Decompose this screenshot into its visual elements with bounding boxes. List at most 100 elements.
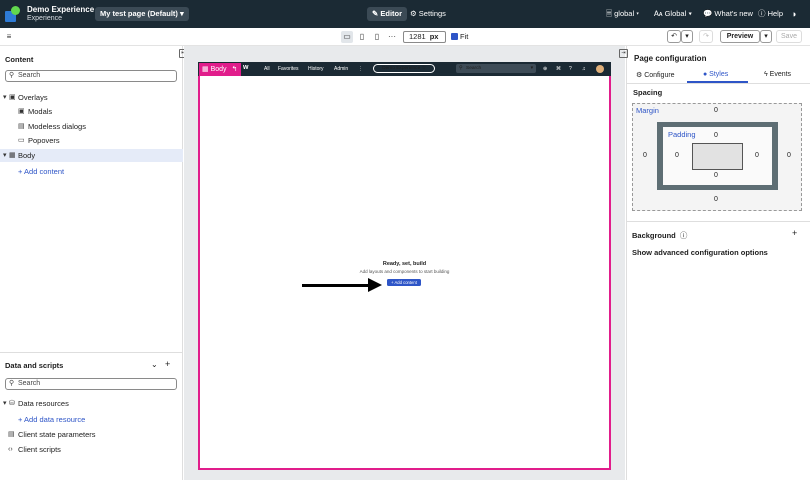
dialog-icon: ▤ <box>18 123 25 130</box>
margin-bottom-value[interactable]: 0 <box>714 196 718 203</box>
tablet-view-icon[interactable]: ▯ <box>356 31 368 43</box>
globe-icon[interactable]: ⊕ <box>543 66 547 72</box>
collapse-right-panel-icon[interactable]: ⇥ <box>619 49 628 58</box>
nav-item-more[interactable]: ⋮ <box>358 66 363 72</box>
select-parent-icon[interactable]: ↰ <box>228 63 241 76</box>
site-logo: w <box>243 64 249 71</box>
site-search-input[interactable]: ⚲ Search ▾ <box>456 64 536 73</box>
tab-events[interactable]: ϟ Events <box>764 71 791 78</box>
nav-item-admin[interactable]: Admin <box>334 66 348 72</box>
margin-left-value[interactable]: 0 <box>643 152 647 159</box>
tree-item-modals[interactable]: ▣ Modals <box>0 105 183 118</box>
tree-label-popovers: Popovers <box>28 136 60 145</box>
nav-item-history[interactable]: History <box>308 66 324 72</box>
tab-configure[interactable]: ⚙ Configure <box>636 71 675 79</box>
tree-item-data-resources[interactable]: ▾ ⛁ Data resources <box>0 397 183 410</box>
tree-label-body: Body <box>18 151 36 160</box>
tab-editor[interactable]: ✎ Editor <box>367 7 408 21</box>
info-icon[interactable]: ⓘ <box>680 231 688 240</box>
body-tag-label: Body <box>210 66 227 73</box>
menu-icon[interactable]: ≡ <box>3 31 15 43</box>
tree-item-overlays[interactable]: ▾ ▣ Overlays <box>0 91 183 104</box>
search-icon: ⚲ <box>9 380 15 387</box>
preview-options-button[interactable]: ▾ <box>760 30 772 43</box>
overlay-icon: ▣ <box>9 94 16 101</box>
chevron-down-icon[interactable]: ▾ <box>3 91 7 104</box>
site-search-placeholder: Search <box>466 66 482 71</box>
redo-button[interactable]: ↷ <box>699 30 713 43</box>
whats-new-button[interactable]: 💬 What's new <box>703 7 753 21</box>
padding-label: Padding <box>668 130 696 139</box>
chevron-down-icon[interactable]: ▾ <box>3 149 7 162</box>
parameters-icon: ▤ <box>8 431 15 438</box>
checkbox-icon <box>451 33 458 40</box>
tree-item-client-state-parameters[interactable]: ▤ Client state parameters <box>0 428 183 441</box>
notification-icon[interactable]: ♫ <box>582 66 586 72</box>
background-section-title[interactable]: Background ⓘ <box>632 230 687 241</box>
margin-top-value[interactable]: 0 <box>714 107 718 114</box>
padding-right-value[interactable]: 0 <box>755 152 759 159</box>
advanced-options-toggle[interactable]: Show advanced configuration options <box>632 248 768 257</box>
content-search-input[interactable]: ⚲ Search <box>5 70 177 82</box>
help-icon[interactable]: ? <box>569 66 572 72</box>
margin-label: Margin <box>636 106 659 115</box>
add-data-icon[interactable]: + <box>165 359 170 369</box>
canvas-width-value: 1281 <box>409 32 426 41</box>
mobile-view-icon[interactable]: ▯ <box>371 31 383 43</box>
padding-bottom-value[interactable]: 0 <box>714 172 718 179</box>
add-data-resource-label: + Add data resource <box>18 415 86 424</box>
search-icon: ⚲ <box>459 66 463 71</box>
experience-pill[interactable]: Demo Experience ☆ <box>373 64 435 73</box>
avatar[interactable] <box>596 65 604 73</box>
tab-styles[interactable]: ● Styles <box>703 71 728 78</box>
tab-separator <box>626 83 810 84</box>
tree-item-modeless-dialogs[interactable]: ▤ Modeless dialogs <box>0 120 183 133</box>
theme-toggle-icon[interactable]: ◑ <box>791 7 796 21</box>
body-selection-tag[interactable]: ▦ Body <box>199 63 230 76</box>
more-options-icon[interactable]: ··· <box>386 31 398 43</box>
add-data-resource-link[interactable]: + Add data resource <box>0 413 183 426</box>
chat-icon[interactable]: ⌘ <box>556 66 561 72</box>
page-select-dropdown[interactable]: My test page (Default) ▾ <box>95 7 189 21</box>
undo-button[interactable]: ↶ <box>667 30 681 43</box>
nav-item-favorites[interactable]: Favorites <box>278 66 299 72</box>
undo-history-button[interactable]: ▾ <box>681 30 693 43</box>
add-content-label: + Add content <box>18 167 65 176</box>
padding-top-value[interactable]: 0 <box>714 132 718 139</box>
tree-item-popovers[interactable]: ▭ Popovers <box>0 134 183 147</box>
preview-button[interactable]: Preview <box>720 30 760 43</box>
scope-dropdown[interactable]: 🗏 global ▾ <box>606 7 639 21</box>
chevron-down-icon[interactable]: ▾ <box>531 64 533 73</box>
save-button[interactable]: Save <box>776 30 802 43</box>
popover-icon: ▭ <box>18 137 25 144</box>
tree-item-client-scripts[interactable]: ‹› Client scripts <box>0 443 183 456</box>
tree-label-modeless-dialogs: Modeless dialogs <box>28 122 86 131</box>
chevron-down-icon[interactable]: ⌄ <box>151 360 158 369</box>
fit-checkbox[interactable]: Fit <box>451 32 468 42</box>
add-content-link[interactable]: + Add content <box>0 165 183 178</box>
content-search-placeholder: Search <box>18 72 41 79</box>
desktop-view-icon[interactable]: ▭ <box>341 31 353 43</box>
app-subtitle: Experience <box>27 15 63 22</box>
data-search-input[interactable]: ⚲ Search <box>5 378 177 390</box>
padding-left-value[interactable]: 0 <box>675 152 679 159</box>
background-label: Background <box>632 231 676 240</box>
tab-settings[interactable]: ⚙ Settings <box>410 7 446 21</box>
add-background-icon[interactable]: + <box>792 228 797 238</box>
empty-state-title: Ready, set, build <box>382 261 427 267</box>
canvas-width-input[interactable]: 1281 px <box>403 31 446 43</box>
nav-item-all[interactable]: All <box>264 66 270 72</box>
tree-label-client-state-parameters: Client state parameters <box>18 430 96 439</box>
tree-label-modals: Modals <box>28 107 53 116</box>
chevron-down-icon[interactable]: ▾ <box>3 397 7 410</box>
canvas-add-content-button[interactable]: + Add content <box>387 279 421 286</box>
data-search-placeholder: Search <box>18 380 41 387</box>
pointer-arrow-line <box>302 284 374 287</box>
modal-icon: ▣ <box>18 108 25 115</box>
tree-item-body[interactable]: ▾ ▦ Body <box>0 149 183 162</box>
margin-right-value[interactable]: 0 <box>787 152 791 159</box>
language-dropdown[interactable]: 🗛 Global ▾ <box>654 7 692 21</box>
search-icon: ⚲ <box>9 72 15 79</box>
canvas-width-unit: px <box>429 32 439 41</box>
help-button[interactable]: ⓘ Help <box>758 7 783 21</box>
